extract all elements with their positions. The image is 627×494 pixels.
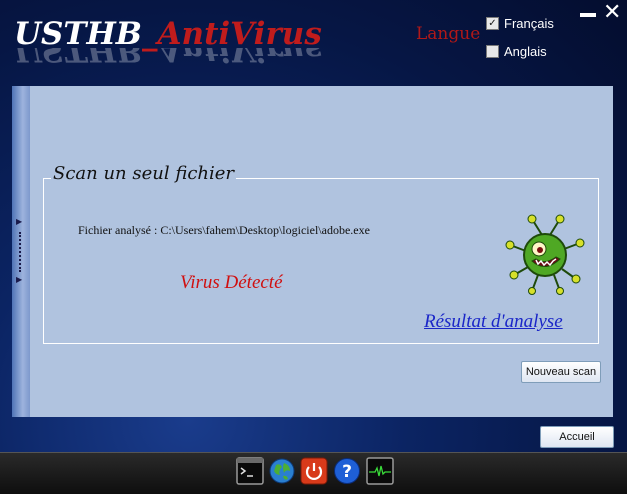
app-title-part2: _AntiVirus xyxy=(141,16,322,52)
header: USTHB_AntiVirus USTHB_AntiVirus Langue ✓… xyxy=(0,0,627,86)
antivirus-window: USTHB_AntiVirus USTHB_AntiVirus Langue ✓… xyxy=(0,0,627,494)
home-button[interactable]: Accueil xyxy=(540,426,614,448)
language-option-francais-label: Français xyxy=(504,16,554,31)
checkbox-francais[interactable]: ✓ xyxy=(486,17,499,30)
checkbox-anglais[interactable] xyxy=(486,45,499,58)
language-label: Langue xyxy=(416,24,481,44)
app-title-part1: USTHB xyxy=(14,16,142,52)
close-icon[interactable]: ✕ xyxy=(603,2,621,24)
language-option-anglais[interactable]: Anglais xyxy=(486,44,547,59)
virus-status: Virus Détecté xyxy=(180,272,283,293)
monitor-icon[interactable] xyxy=(366,457,394,485)
analysis-result-link[interactable]: Résultat d'analyse xyxy=(424,311,563,333)
analyzed-file-label: Fichier analysé : xyxy=(78,223,158,237)
minimize-icon[interactable] xyxy=(580,13,596,17)
expand-arrow-icon: ▶ xyxy=(16,275,23,284)
power-icon[interactable] xyxy=(300,457,328,485)
language-option-anglais-label: Anglais xyxy=(504,44,547,59)
taskbar: ? xyxy=(0,452,627,494)
drag-dots-icon xyxy=(19,232,21,272)
terminal-icon[interactable] xyxy=(236,457,264,485)
virus-icon xyxy=(505,214,585,295)
app-title-reflection-part1: USTHB xyxy=(14,48,142,68)
app-title-reflection-part2: _AntiVirus xyxy=(141,48,322,68)
side-panel-handle[interactable]: ▶ ▶ xyxy=(16,218,24,288)
language-option-francais[interactable]: ✓ Français xyxy=(486,16,554,31)
globe-icon[interactable] xyxy=(268,457,296,485)
help-icon[interactable]: ? xyxy=(333,457,361,485)
svg-text:?: ? xyxy=(342,462,352,482)
app-title-reflection: USTHB_AntiVirus xyxy=(14,48,322,70)
new-scan-button[interactable]: Nouveau scan xyxy=(521,361,601,383)
scan-group-title: Scan un seul fichier xyxy=(51,163,237,184)
analyzed-file-path: C:\Users\fahem\Desktop\logiciel\adobe.ex… xyxy=(160,223,370,237)
expand-arrow-icon: ▶ xyxy=(16,217,23,226)
analyzed-file-line: Fichier analysé : C:\Users\fahem\Desktop… xyxy=(78,223,370,238)
